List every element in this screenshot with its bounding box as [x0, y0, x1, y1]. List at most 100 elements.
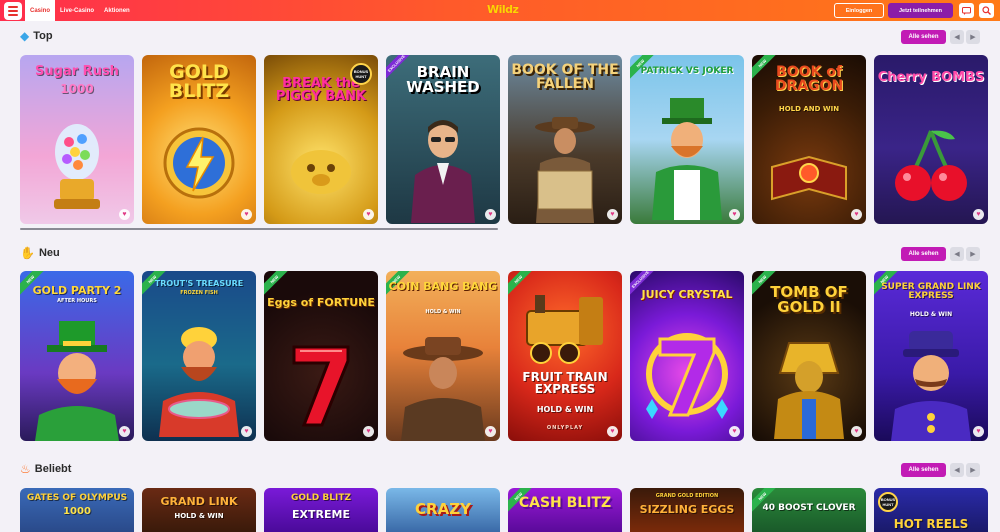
game-tile[interactable]: EXCLUSIVE JUICY CRYSTAL ♥ [630, 271, 744, 441]
game-title: GOLD BLITZ [291, 493, 351, 503]
favorite-heart-icon[interactable]: ♥ [119, 209, 130, 220]
favorite-heart-icon[interactable]: ♥ [119, 426, 130, 437]
menu-icon[interactable] [4, 1, 22, 20]
game-tile[interactable]: NEW SUPER GRAND LINK EXPRESS HOLD & WIN … [874, 271, 988, 441]
favorite-heart-icon[interactable]: ♥ [241, 209, 252, 220]
lightning-coin-art [163, 127, 235, 199]
bonus-hunt-badge: BONUS HUNT [350, 63, 372, 85]
brand-logo[interactable]: Wildz [487, 3, 519, 16]
game-subtitle: FROZEN FISH [180, 290, 218, 296]
game-tile[interactable]: NEW BOOK of DRAGON HOLD AND WIN ♥ [752, 55, 866, 224]
game-tile[interactable]: BOOK OF THE FALLEN ♥ [508, 55, 622, 224]
dragon-book-art [771, 155, 847, 201]
game-tile[interactable]: GRAND GOLD EDITION SIZZLING EGGS [630, 488, 744, 532]
favorite-heart-icon[interactable]: ♥ [485, 209, 496, 220]
favorite-heart-icon[interactable]: ♥ [851, 426, 862, 437]
section-title-top: ◆ Top [20, 29, 53, 43]
favorite-heart-icon[interactable]: ♥ [973, 426, 984, 437]
game-tile[interactable]: CRAZY [386, 488, 500, 532]
game-tile[interactable]: Cherry BOMBS ♥ [874, 55, 988, 224]
prev-arrow-icon[interactable]: ◀ [950, 463, 964, 477]
game-title: CASH BLITZ [518, 495, 612, 511]
game-title: GOLD PARTY 2 [32, 284, 122, 297]
game-subtitle: AFTER HOURS [57, 298, 97, 304]
game-tile[interactable]: GOLD BLITZ EXTREME [264, 488, 378, 532]
carousel-scrollbar[interactable] [20, 228, 498, 230]
favorite-heart-icon[interactable]: ♥ [241, 426, 252, 437]
game-subtitle: HOLD & WIN [425, 309, 461, 315]
game-tile[interactable]: NEW COIN BANG BANG HOLD & WIN ♥ [386, 271, 500, 441]
game-subtitle: HOLD & WIN [909, 311, 953, 318]
login-button[interactable]: Einloggen [834, 3, 884, 18]
game-tile[interactable]: NEW Eggs of FORTUNE ♥ [264, 271, 378, 441]
game-tile[interactable]: NEW 40 BOOST CLOVER [752, 488, 866, 532]
favorite-heart-icon[interactable]: ♥ [607, 426, 618, 437]
leprechaun-character-art [652, 98, 722, 220]
diamond-icon: ◆ [20, 29, 30, 43]
game-tile[interactable]: NEW TROUT'S TREASURE FROZEN FISH ♥ [142, 271, 256, 441]
next-arrow-icon[interactable]: ▶ [966, 30, 980, 44]
bonus-hunt-badge: BONUS HUNT [878, 492, 898, 512]
next-arrow-icon[interactable]: ▶ [966, 247, 980, 261]
game-tile[interactable]: EXCLUSIVE BRAIN WASHED ♥ [386, 55, 500, 224]
game-title: PATRICK VS JOKER [640, 66, 734, 76]
tab-live-casino[interactable]: Live-Casino [55, 0, 99, 21]
game-title: FRUIT TRAIN EXPRESS [522, 370, 608, 396]
favorite-heart-icon[interactable]: ♥ [729, 209, 740, 220]
favorite-heart-icon[interactable]: ♥ [485, 426, 496, 437]
favorite-heart-icon[interactable]: ♥ [729, 426, 740, 437]
gumball-machine-art [54, 124, 100, 209]
game-title: TROUT'S TREASURE [154, 279, 244, 288]
game-subtitle: 1000 [60, 82, 94, 96]
game-tile[interactable]: NEW CASH BLITZ [508, 488, 622, 532]
villain-character-art [411, 120, 475, 223]
section-label: Neu [38, 247, 60, 259]
favorite-heart-icon[interactable]: ♥ [363, 426, 374, 437]
prev-arrow-icon[interactable]: ◀ [950, 247, 964, 261]
see-all-popular-button[interactable]: Alle sehen [901, 463, 946, 477]
game-title: BRAIN WASHED [406, 63, 480, 96]
game-tile[interactable]: GRAND LINK HOLD & WIN [142, 488, 256, 532]
tab-casino[interactable]: Casino [25, 0, 56, 21]
game-tile[interactable]: NEW TOMB OF GOLD II ♥ [752, 271, 866, 441]
new-badge: NEW [264, 271, 294, 299]
game-subtitle: GRAND GOLD EDITION [655, 493, 719, 499]
game-title: 40 BOOST CLOVER [762, 503, 856, 513]
seven-symbol-art [646, 333, 728, 419]
section-title-neu: ✋ Neu [20, 246, 60, 260]
game-title: GOLD BLITZ [168, 61, 230, 102]
game-title: BOOK of DRAGON [774, 64, 844, 94]
next-arrow-icon[interactable]: ▶ [966, 463, 980, 477]
leprechaun-character-art [35, 321, 119, 441]
game-title: TOMB OF GOLD II [770, 283, 848, 316]
game-tile[interactable]: BREAK the PIGGY BANK BONUS HUNT ♥ [264, 55, 378, 224]
prev-arrow-icon[interactable]: ◀ [950, 30, 964, 44]
favorite-heart-icon[interactable]: ♥ [363, 209, 374, 220]
game-tile[interactable]: NEW PATRICK VS JOKER ♥ [630, 55, 744, 224]
game-title: GATES OF OLYMPUS [26, 493, 128, 503]
game-title: Cherry BOMBS [877, 70, 985, 85]
tab-aktionen[interactable]: Aktionen [99, 0, 135, 21]
cowboy-character-art [401, 337, 485, 441]
favorite-heart-icon[interactable]: ♥ [851, 209, 862, 220]
see-all-new-button[interactable]: Alle sehen [901, 247, 946, 261]
chat-icon[interactable] [959, 3, 974, 18]
provider-label: ONLYPLAY [546, 425, 584, 431]
favorite-heart-icon[interactable]: ♥ [607, 209, 618, 220]
favorite-heart-icon[interactable]: ♥ [973, 209, 984, 220]
game-tile[interactable]: GATES OF OLYMPUS 1000 [20, 488, 134, 532]
game-title: SUPER GRAND LINK EXPRESS [881, 282, 981, 301]
game-subtitle: EXTREME [292, 508, 350, 521]
game-tile[interactable]: Sugar Rush 1000 ♥ [20, 55, 134, 224]
game-tile[interactable]: GOLD BLITZ ♥ [142, 55, 256, 224]
game-row-beliebt: GATES OF OLYMPUS 1000 GRAND LINK HOLD & … [20, 488, 988, 532]
game-tile[interactable]: NEW GOLD PARTY 2 AFTER HOURS ♥ [20, 271, 134, 441]
join-button[interactable]: Jetzt teilnehmen [888, 3, 953, 18]
game-subtitle: HOLD AND WIN [778, 105, 840, 113]
game-row-neu: NEW GOLD PARTY 2 AFTER HOURS ♥ NEW TROUT… [20, 271, 988, 441]
search-icon[interactable] [979, 3, 994, 18]
piggy-art [291, 150, 351, 194]
game-tile[interactable]: BONUS HUNT HOT REELS [874, 488, 988, 532]
game-tile[interactable]: NEW FRUIT TRAIN EXPRESS HOLD & WIN ONLYP… [508, 271, 622, 441]
see-all-top-button[interactable]: Alle sehen [901, 30, 946, 44]
